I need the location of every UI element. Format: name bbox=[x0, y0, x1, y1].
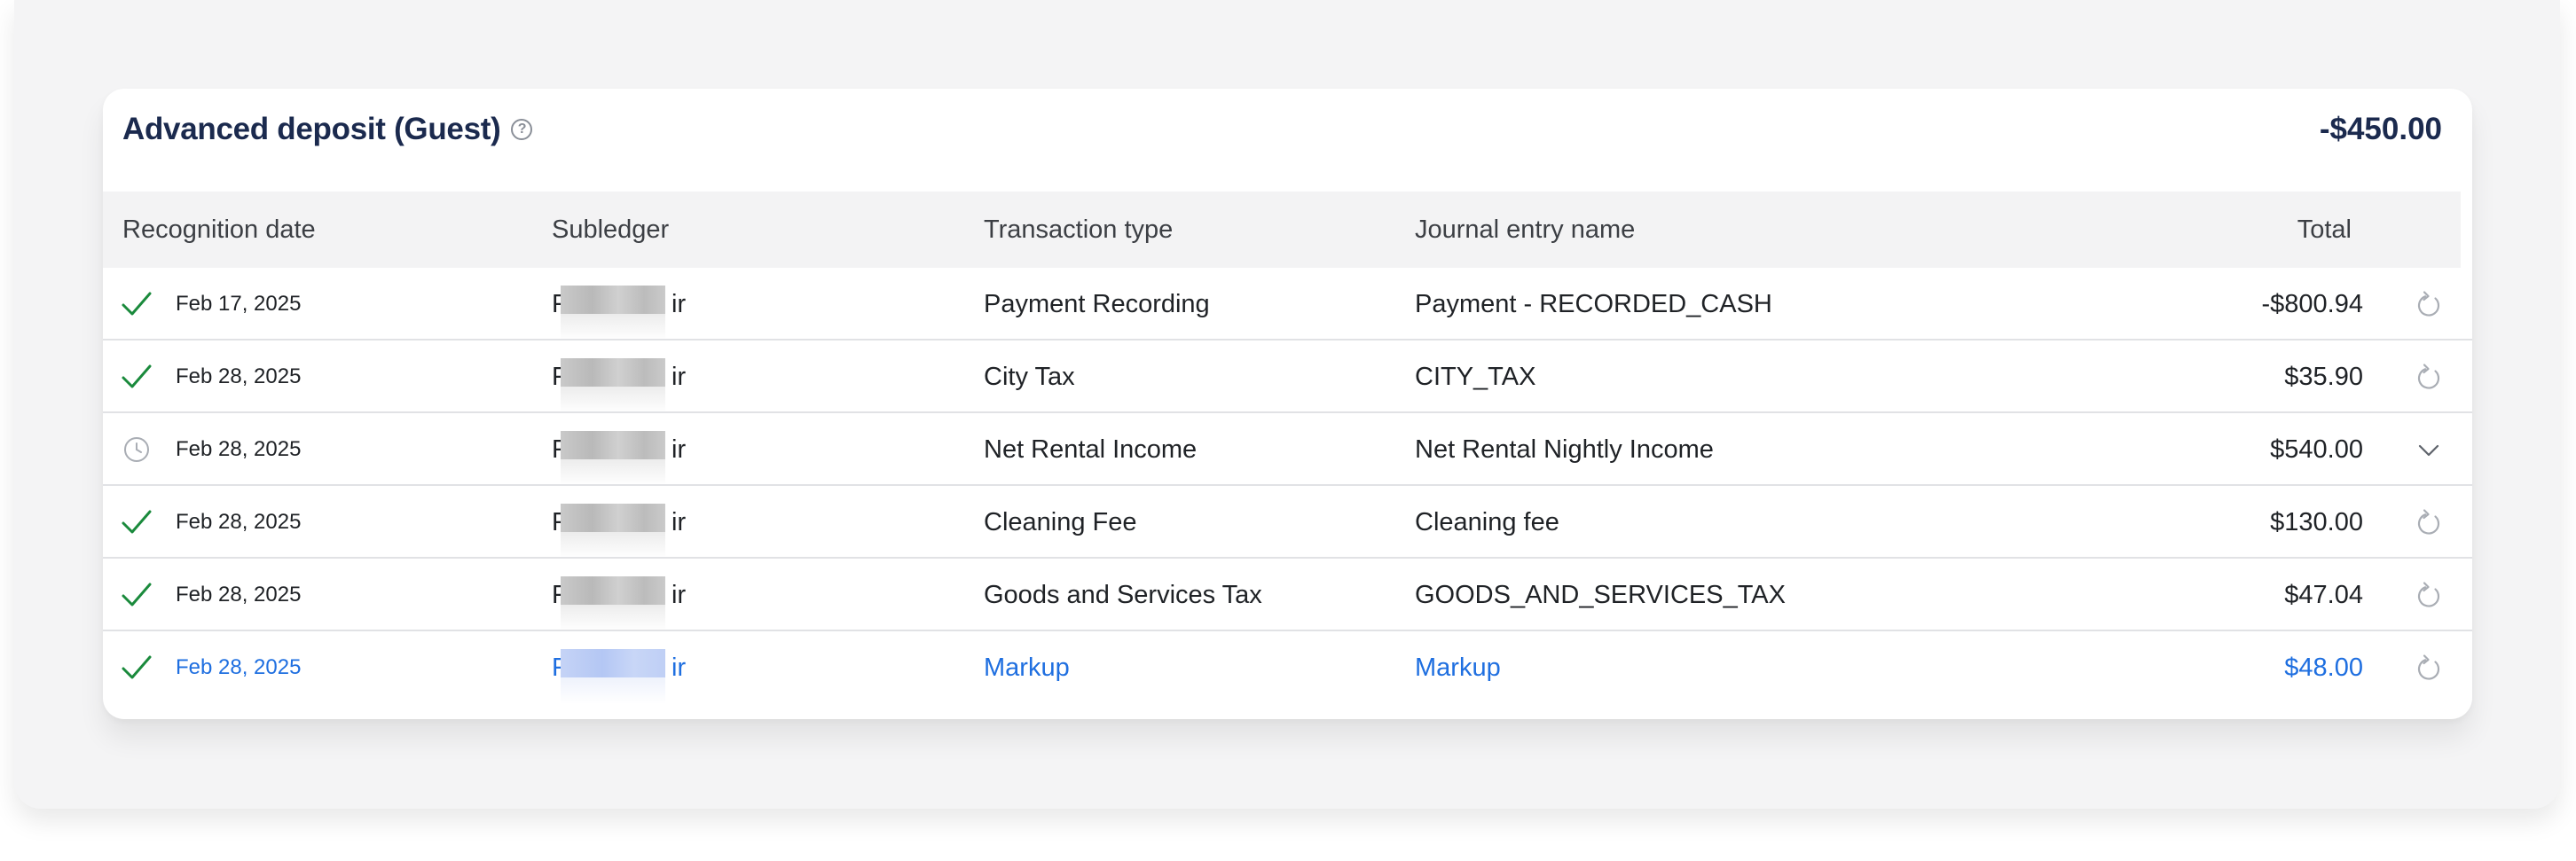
subledger-name-end: ir bbox=[671, 290, 687, 318]
refresh-icon[interactable] bbox=[2414, 508, 2444, 538]
subledger-cell[interactable]: Fir bbox=[552, 413, 711, 486]
row-total: -$800.94 bbox=[2261, 290, 2364, 318]
journal-entry-name[interactable]: Markup bbox=[1415, 631, 1501, 704]
check-icon bbox=[121, 363, 153, 391]
column-header-subledger[interactable]: Subledger bbox=[552, 192, 669, 268]
check-icon bbox=[121, 290, 153, 318]
table-row[interactable]: Feb 28, 2025 Fir Net Rental Income Net Rent… bbox=[103, 413, 2472, 486]
refresh-icon[interactable] bbox=[2414, 581, 2444, 611]
recognition-date: Feb 28, 2025 bbox=[176, 655, 302, 679]
redacted-fade bbox=[561, 532, 665, 559]
table-row[interactable]: Feb 17, 2025 Fir Payment Recording Payment … bbox=[103, 268, 2472, 340]
journal-entry-name: CITY_TAX bbox=[1415, 363, 1536, 391]
recognition-date: Feb 28, 2025 bbox=[176, 364, 302, 388]
check-icon bbox=[121, 581, 153, 609]
table-header: Recognition date Subledger Transaction t… bbox=[103, 192, 2461, 268]
journal-entry-name: GOODS_AND_SERVICES_TAX bbox=[1415, 581, 1786, 609]
transaction-type: Net Rental Income bbox=[984, 435, 1198, 464]
redacted-block bbox=[561, 504, 665, 532]
table-row[interactable]: Feb 28, 2025 Fir Markup Markup $48.00 bbox=[103, 631, 2472, 704]
table-row[interactable]: Feb 28, 2025 Fir City Tax CITY_TAX $35.90 bbox=[103, 340, 2472, 413]
journal-entry-name: Payment - RECORDED_CASH bbox=[1415, 290, 1772, 318]
redacted-block bbox=[561, 286, 665, 314]
check-icon bbox=[121, 654, 153, 682]
column-header-transaction-type[interactable]: Transaction type bbox=[984, 192, 1173, 268]
clock-icon bbox=[121, 435, 153, 464]
subledger-cell[interactable]: Fir bbox=[552, 340, 711, 413]
row-total: $47.04 bbox=[2284, 581, 2363, 609]
redacted-block bbox=[561, 358, 665, 387]
row-total: $35.90 bbox=[2284, 363, 2363, 391]
help-circle-icon[interactable]: ? bbox=[511, 119, 533, 140]
column-header-total[interactable]: Total bbox=[2297, 192, 2352, 268]
column-header-journal-entry-name[interactable]: Journal entry name bbox=[1415, 192, 1635, 268]
subledger-cell[interactable]: Fir bbox=[552, 486, 711, 559]
refresh-icon[interactable] bbox=[2414, 290, 2444, 320]
row-total: $540.00 bbox=[2270, 435, 2363, 464]
subledger-name-end: ir bbox=[671, 363, 687, 391]
advanced-deposit-card: Advanced deposit (Guest) ? -$450.00 Reco… bbox=[103, 89, 2472, 719]
redacted-fade bbox=[561, 387, 665, 413]
subledger-cell[interactable]: Fir bbox=[552, 268, 711, 340]
redacted-fade bbox=[561, 677, 665, 704]
subledger-name-end: ir bbox=[671, 581, 687, 609]
redacted-block bbox=[561, 431, 665, 459]
row-total: $48.00 bbox=[2284, 654, 2363, 682]
recognition-date: Feb 17, 2025 bbox=[176, 292, 302, 316]
redacted-block bbox=[561, 649, 665, 677]
journal-entry-name: Cleaning fee bbox=[1415, 508, 1559, 536]
row-total: $130.00 bbox=[2270, 508, 2363, 536]
subledger-name-end: ir bbox=[671, 654, 687, 682]
transaction-type: Goods and Services Tax bbox=[984, 581, 1262, 609]
journal-entry-name: Net Rental Nightly Income bbox=[1415, 435, 1714, 464]
redacted-block bbox=[561, 576, 665, 605]
section-total: -$450.00 bbox=[2319, 112, 2442, 146]
refresh-icon[interactable] bbox=[2414, 654, 2444, 684]
refresh-icon[interactable] bbox=[2414, 363, 2444, 393]
transaction-type: Cleaning Fee bbox=[984, 508, 1137, 536]
recognition-date: Feb 28, 2025 bbox=[176, 437, 302, 461]
subledger-name-end: ir bbox=[671, 508, 687, 536]
transaction-type[interactable]: Markup bbox=[984, 631, 1070, 704]
section-title: Advanced deposit (Guest) ? bbox=[122, 112, 533, 147]
table-row[interactable]: Feb 28, 2025 Fir Goods and Services Tax GOO… bbox=[103, 559, 2472, 631]
recognition-date: Feb 28, 2025 bbox=[176, 510, 302, 534]
redacted-fade bbox=[561, 605, 665, 631]
card-header: Advanced deposit (Guest) ? -$450.00 bbox=[103, 89, 2472, 192]
transaction-type: City Tax bbox=[984, 363, 1075, 391]
column-header-recognition-date[interactable]: Recognition date bbox=[122, 192, 316, 268]
check-icon bbox=[121, 508, 153, 536]
redacted-fade bbox=[561, 459, 665, 486]
redacted-fade bbox=[561, 314, 665, 340]
chevron-down-icon[interactable] bbox=[2414, 435, 2444, 466]
table-row[interactable]: Feb 28, 2025 Fir Cleaning Fee Cleaning fee $… bbox=[103, 486, 2472, 559]
subledger-name-end: ir bbox=[671, 435, 687, 464]
recognition-date: Feb 28, 2025 bbox=[176, 583, 302, 607]
transaction-type: Payment Recording bbox=[984, 290, 1210, 318]
subledger-cell[interactable]: Fir bbox=[552, 559, 711, 631]
subledger-cell[interactable]: Fir bbox=[552, 631, 711, 704]
section-title-text: Advanced deposit (Guest) bbox=[122, 112, 501, 146]
